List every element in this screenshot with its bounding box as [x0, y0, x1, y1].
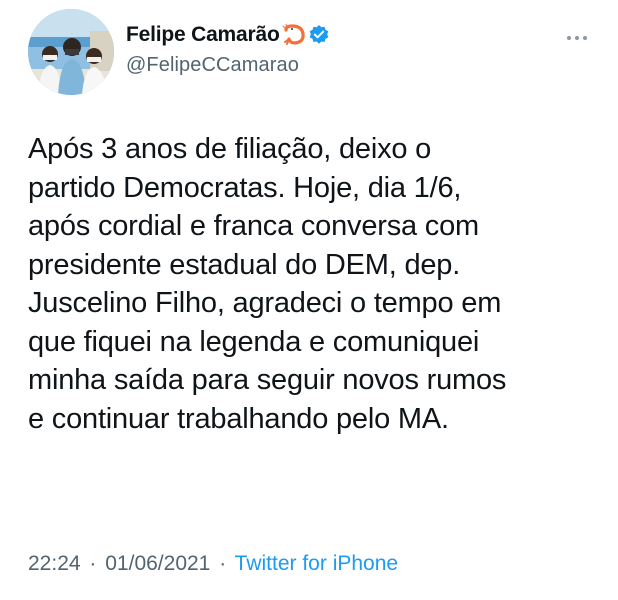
tweet-text-line: que fiquei na legenda e comuniquei [28, 325, 480, 358]
tweet-text-line: presidente estadual do DEM, dep. [28, 248, 461, 281]
avatar[interactable] [28, 9, 114, 95]
tweet-source-link[interactable]: Twitter for iPhone [235, 552, 398, 575]
tweet-text-line: após cordial e franca conversa com [28, 210, 479, 242]
tweet-date[interactable]: 01/06/2021 [105, 552, 210, 575]
tweet-text-line: minha saída para seguir novos rumos [28, 364, 507, 396]
shrimp-icon [282, 23, 306, 46]
user-handle[interactable]: @FelipeCCamarao [126, 54, 330, 77]
tweet-text-line: Após 3 anos de filiação, deixo o [28, 133, 432, 165]
name-row: Felipe Camarão [126, 20, 330, 50]
avatar-photo [28, 9, 114, 95]
tweet-card: Felipe Camarão @FelipeCCamarao Após 3 an… [0, 0, 618, 600]
tweet-text-line: e continuar trabalhando pelo MA. [28, 402, 449, 435]
display-name[interactable]: Felipe Camarão [126, 23, 280, 47]
meta-separator: · [219, 552, 227, 575]
tweet-metadata: 22:24 · 01/06/2021 · Twitter for iPhone [28, 552, 398, 576]
verified-badge-icon [308, 24, 330, 46]
author-info: Felipe Camarão @FelipeCCamarao [126, 20, 330, 77]
tweet-text: Após 3 anos de filiação, deixo o partido… [28, 130, 598, 438]
tweet-time[interactable]: 22:24 [28, 552, 81, 575]
tweet-text-line: Juscelino Filho, agradeci o tempo em [28, 287, 502, 319]
tweet-text-line: partido Democratas. Hoje, dia 1/6, [28, 171, 462, 204]
more-options-icon[interactable] [566, 30, 588, 40]
meta-separator: · [89, 552, 97, 575]
